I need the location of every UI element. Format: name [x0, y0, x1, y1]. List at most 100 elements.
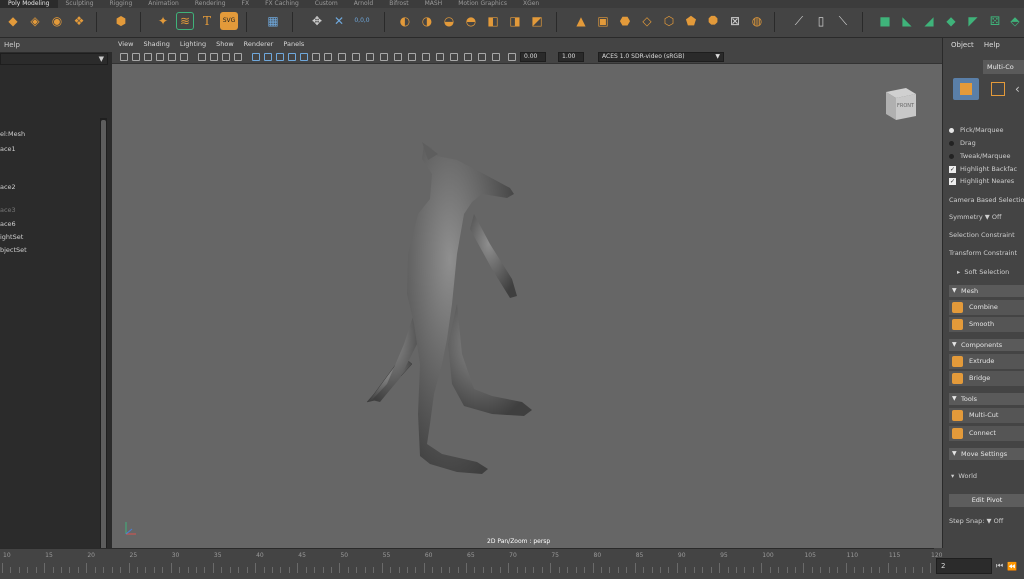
extrude-shelf-icon[interactable]: ▲	[572, 12, 590, 30]
menu-show[interactable]: Show	[216, 38, 234, 50]
append-icon[interactable]: ⬟	[682, 12, 700, 30]
sweep-icon[interactable]: ≋	[176, 12, 194, 30]
extrude-button[interactable]: Extrude	[949, 354, 1024, 369]
fill-hole-icon[interactable]: ◇	[638, 12, 656, 30]
3d-viewport[interactable]	[112, 64, 942, 548]
uv-icon-5[interactable]: ◤	[964, 12, 982, 30]
wire-on-shaded-icon[interactable]	[422, 53, 430, 61]
outliner-menu-help[interactable]: Help	[0, 38, 112, 52]
current-frame-field[interactable]: 2	[936, 558, 992, 574]
camera-lock-icon[interactable]	[132, 53, 140, 61]
layout-icon[interactable]	[492, 53, 500, 61]
smooth-shade-icon[interactable]	[264, 53, 272, 61]
uv-icon-4[interactable]: ◆	[942, 12, 960, 30]
bevel-icon[interactable]: ⬣	[616, 12, 634, 30]
slide-edge-icon[interactable]: ⟍	[834, 12, 852, 30]
multi-component-tab[interactable]: Multi-Co	[983, 60, 1024, 74]
wedge-icon[interactable]: ⯃	[704, 12, 722, 30]
outliner-scrollbar[interactable]	[100, 118, 107, 570]
shelf-tab[interactable]: Motion Graphics	[450, 0, 515, 8]
shelf-tab[interactable]: Sculpting	[58, 0, 102, 8]
uv-icon-2[interactable]: ◣	[898, 12, 916, 30]
textured-icon[interactable]	[276, 53, 284, 61]
mirror-icon[interactable]: ◧	[484, 12, 502, 30]
shelf-tab[interactable]: Rendering	[187, 0, 234, 8]
step-snap-row[interactable]: Step Snap: ▼ Off	[949, 517, 1003, 525]
cube-icon[interactable]: ◈	[26, 12, 44, 30]
shelf-tab[interactable]: XGen	[515, 0, 547, 8]
edge-mode-icon[interactable]: ‹	[1015, 82, 1020, 96]
image-plane-icon[interactable]	[156, 53, 164, 61]
backface-icon[interactable]	[408, 53, 416, 61]
shelf-tab[interactable]: Arnold	[346, 0, 381, 8]
highlight-nearest-check[interactable]: ✓ Highlight Neares	[949, 177, 1014, 185]
bridge-shelf-icon[interactable]: ▣	[594, 12, 612, 30]
type-icon[interactable]: T	[198, 12, 216, 30]
exposure-field[interactable]: 0.00	[520, 52, 546, 62]
bookmark-icon[interactable]	[144, 53, 152, 61]
pivot-icon[interactable]: ✥	[308, 12, 326, 30]
shadows-icon[interactable]	[300, 53, 308, 61]
connect-button[interactable]: Connect	[949, 426, 1024, 441]
menu-view[interactable]: View	[118, 38, 133, 50]
film-gate-icon[interactable]	[180, 53, 188, 61]
camera-based-selection[interactable]: Camera Based Selection	[949, 196, 1024, 204]
boolean-icon[interactable]: ◓	[462, 12, 480, 30]
shelf-tab[interactable]: MASH	[417, 0, 451, 8]
outliner-item[interactable]: ace1	[0, 145, 16, 153]
object-mode-button[interactable]	[953, 78, 979, 100]
safe-action-icon[interactable]	[210, 53, 218, 61]
section-components[interactable]: ▼ Components	[949, 339, 1024, 351]
motion-blur-icon[interactable]	[324, 53, 332, 61]
ui-hide-icon[interactable]	[464, 53, 472, 61]
snap-icon[interactable]: ✕	[330, 12, 348, 30]
gamma-field[interactable]: 1.00	[558, 52, 584, 62]
combine-button[interactable]: Combine	[949, 300, 1024, 315]
color-space-dropdown[interactable]: ACES 1.0 SDR-video (sRGB) ▼	[598, 52, 724, 62]
selection-constraint[interactable]: Selection Constraint	[949, 231, 1015, 239]
resolution-gate-icon[interactable]	[198, 53, 206, 61]
platonic-icon[interactable]: ⬢	[112, 12, 130, 30]
highlight-backface-check[interactable]: ✓ Highlight Backfac	[949, 165, 1017, 173]
poke-icon[interactable]: ⊠	[726, 12, 744, 30]
ambient-occlusion-icon[interactable]	[312, 53, 320, 61]
combine-shelf-icon[interactable]: ◐	[396, 12, 414, 30]
grid-icon[interactable]: ▦	[264, 12, 282, 30]
cleanup-icon[interactable]: ◩	[528, 12, 546, 30]
overlay-icon[interactable]	[478, 53, 486, 61]
outliner-filter[interactable]: ▼	[0, 53, 108, 65]
outliner-item[interactable]: ace2	[0, 183, 16, 191]
drag-option[interactable]: Drag	[949, 139, 976, 147]
multicut-button[interactable]: Multi-Cut	[949, 408, 1024, 423]
menu-shading[interactable]: Shading	[143, 38, 169, 50]
gate-mask-icon[interactable]	[450, 53, 458, 61]
dof-icon[interactable]	[352, 53, 360, 61]
poly-sphere-icon[interactable]: ◍	[748, 12, 766, 30]
origin-icon[interactable]: 0,0,0	[350, 12, 374, 30]
edge-loop-icon[interactable]: ▯	[812, 12, 830, 30]
smooth-shelf-icon[interactable]: ◒	[440, 12, 458, 30]
merge-icon[interactable]: ⬡	[660, 12, 678, 30]
outliner-item[interactable]: ace3	[0, 206, 16, 214]
smooth-button[interactable]: Smooth	[949, 317, 1024, 332]
bridge-button[interactable]: Bridge	[949, 371, 1024, 386]
uv-icon-3[interactable]: ◢	[920, 12, 938, 30]
world-dropdown[interactable]: ▾ World	[951, 472, 977, 480]
svg-icon[interactable]: SVG	[220, 12, 238, 30]
outliner-item[interactable]: el:Mesh	[0, 130, 25, 138]
shelf-tab[interactable]: Animation	[140, 0, 187, 8]
view-cube[interactable]: FRONT	[880, 82, 920, 122]
shelf-tab[interactable]: FX Caching	[257, 0, 307, 8]
transform-constraint[interactable]: Transform Constraint	[949, 249, 1017, 257]
sphere-icon[interactable]: ◆	[4, 12, 22, 30]
step-back-icon[interactable]: ⏪	[1007, 562, 1017, 571]
menu-object[interactable]: Object	[951, 38, 974, 52]
reduce-icon[interactable]: ◨	[506, 12, 524, 30]
cylinder-icon[interactable]: ◉	[48, 12, 66, 30]
shelf-tab[interactable]: Poly Modeling	[0, 0, 58, 8]
scrollbar-thumb[interactable]	[101, 120, 106, 565]
antialias-icon[interactable]	[338, 53, 346, 61]
torus-icon[interactable]: ❖	[70, 12, 88, 30]
cut-tool-icon[interactable]: ⟋	[790, 12, 808, 30]
camera-icon[interactable]	[120, 53, 128, 61]
